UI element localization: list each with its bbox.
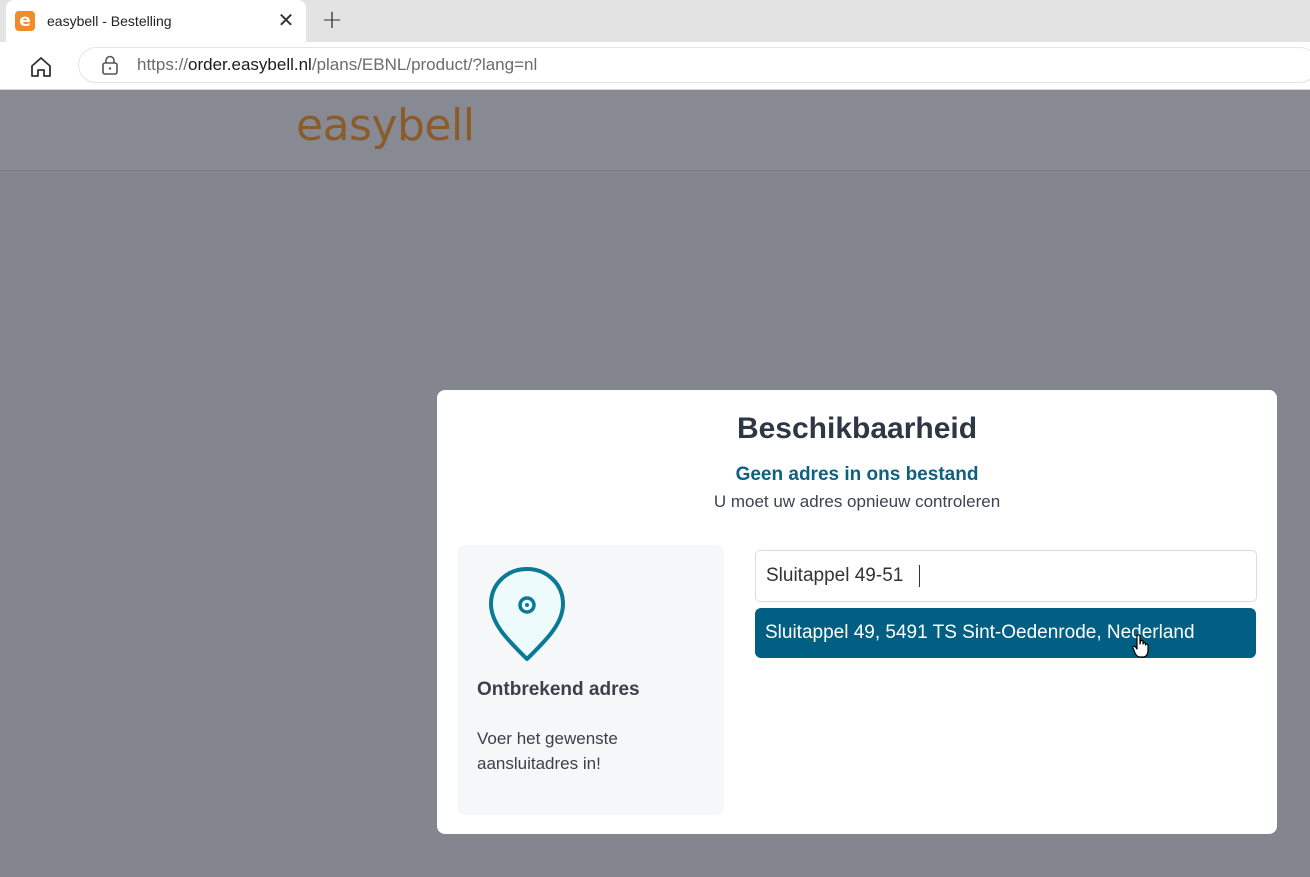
modal-description: U moet uw adres opnieuw controleren bbox=[713, 492, 1001, 511]
modal-title: Beschikbaarheid bbox=[736, 412, 978, 445]
missing-address-card: Ontbrekend adres Voer het gewenste aansl… bbox=[457, 545, 724, 815]
hand-pointer-icon bbox=[1132, 634, 1149, 658]
browser-tab[interactable]: e easybell - Bestelling ✕ bbox=[6, 0, 306, 42]
url-host: order.easybell.nl bbox=[188, 55, 312, 74]
tab-title: easybell - Bestelling bbox=[47, 13, 172, 29]
browser-toolbar: https://order.easybell.nl/plans/EBNL/pro… bbox=[0, 42, 1310, 90]
availability-modal: Beschikbaarheid Geen adres in ons bestan… bbox=[437, 390, 1277, 834]
url-path: /plans/EBNL/product/?lang=nl bbox=[311, 55, 538, 74]
url-text[interactable]: https://order.easybell.nl/plans/EBNL/pro… bbox=[137, 55, 537, 75]
close-icon[interactable]: ✕ bbox=[274, 9, 298, 33]
site-header: easybell bbox=[0, 90, 1310, 171]
address-bar[interactable]: https://order.easybell.nl/plans/EBNL/pro… bbox=[78, 47, 1310, 83]
address-input[interactable] bbox=[755, 550, 1257, 602]
address-suggestion[interactable]: Sluitappel 49, 5491 TS Sint-Oedenrode, N… bbox=[755, 608, 1256, 658]
easybell-favicon-icon: e bbox=[15, 11, 35, 31]
browser-tabbar: e easybell - Bestelling ✕ + bbox=[0, 0, 1310, 42]
easybell-logo[interactable]: easybell bbox=[296, 100, 475, 151]
lock-icon[interactable] bbox=[101, 55, 119, 75]
url-prefix: https:// bbox=[137, 55, 189, 74]
modal-subtitle: Geen adres in ons bestand bbox=[735, 464, 979, 485]
info-card-text: Voer het gewenste aansluitadres in! bbox=[477, 729, 618, 773]
map-pin-icon bbox=[489, 567, 565, 661]
home-icon[interactable] bbox=[28, 54, 54, 80]
plus-icon[interactable]: + bbox=[318, 7, 346, 35]
info-card-title: Ontbrekend adres bbox=[477, 679, 640, 700]
text-caret bbox=[919, 565, 920, 587]
